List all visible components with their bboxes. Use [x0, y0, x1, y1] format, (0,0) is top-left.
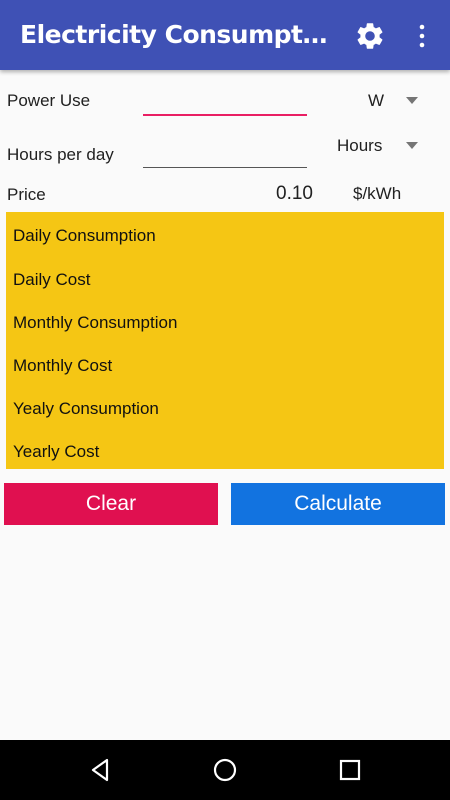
gear-icon[interactable] [354, 20, 386, 52]
yearly-cost-label: Yearly Cost [13, 442, 100, 461]
power-unit-dropdown[interactable]: W [368, 91, 384, 111]
hours-unit-chevron-down-icon[interactable] [406, 142, 418, 149]
app-title: Electricity Consumption B... [20, 20, 330, 49]
back-icon[interactable] [86, 756, 114, 784]
clear-button[interactable]: Clear [4, 483, 218, 525]
hours-per-day-label: Hours per day [7, 145, 114, 164]
home-icon[interactable] [211, 756, 239, 784]
price-unit-label: $/kWh [353, 184, 402, 203]
results-panel: Daily Consumption Daily Cost Monthly Con… [6, 212, 444, 469]
power-unit-chevron-down-icon[interactable] [406, 97, 418, 104]
hours-unit-dropdown[interactable]: Hours [337, 136, 382, 156]
power-use-label: Power Use [7, 91, 91, 110]
price-label: Price [7, 185, 46, 204]
price-input[interactable]: 0.10 [263, 183, 313, 205]
hours-per-day-underline [143, 167, 307, 168]
monthly-cost-label: Monthly Cost [13, 356, 113, 375]
power-use-underline [143, 114, 307, 116]
more-vert-icon[interactable] [410, 22, 434, 50]
monthly-consumption-label: Monthly Consumption [13, 313, 178, 332]
recents-icon[interactable] [336, 756, 364, 784]
daily-cost-label: Daily Cost [13, 270, 91, 289]
yearly-consumption-label: Yealy Consumption [13, 399, 159, 418]
app-bar: Electricity Consumption B... [0, 0, 450, 70]
calculate-button[interactable]: Calculate [231, 483, 445, 525]
daily-consumption-label: Daily Consumption [13, 226, 156, 245]
system-nav-bar [0, 740, 450, 800]
